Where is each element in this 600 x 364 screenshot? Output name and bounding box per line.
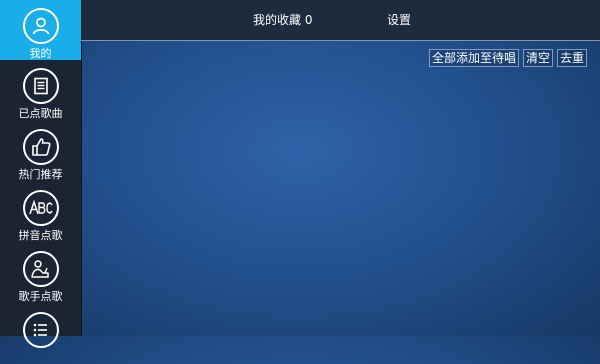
list-icon (22, 312, 59, 348)
top-bar: 我的收藏 0 设置 (81, 0, 600, 41)
sidebar-item-hot-recommend[interactable]: 热门推荐 (0, 121, 81, 181)
sidebar-item-singer[interactable]: 歌手点歌 (0, 243, 81, 303)
tab-settings[interactable]: 设置 (387, 12, 411, 28)
sidebar-item-played-songs[interactable]: 已点歌曲 (0, 60, 81, 120)
sidebar-item-pinyin[interactable]: 拼音点歌 (0, 182, 81, 242)
singer-icon (22, 251, 59, 287)
song-list-icon (22, 68, 59, 104)
sidebar-item-label: 我的 (29, 47, 52, 60)
sidebar-item-label: 已点歌曲 (18, 107, 63, 120)
sidebar-item-mine[interactable]: 我的 (0, 0, 81, 60)
sidebar-item-list[interactable] (0, 304, 81, 364)
tab-favorites[interactable]: 我的收藏 0 (253, 12, 312, 28)
thumbs-up-icon (22, 129, 59, 165)
dedupe-button[interactable]: 去重 (556, 49, 587, 67)
sidebar-item-label: 歌手点歌 (18, 290, 63, 303)
sidebar-item-label: 拼音点歌 (18, 229, 63, 242)
user-icon (22, 8, 59, 44)
sidebar-item-label: 热门推荐 (18, 168, 63, 181)
add-all-to-queue-button[interactable]: 全部添加至待唱 (428, 49, 519, 67)
sidebar: 我的 已点歌曲 热门推荐 拼音点歌 歌手点歌 (0, 0, 82, 348)
action-toolbar: 全部添加至待唱 清空 去重 (428, 49, 587, 67)
clear-button[interactable]: 清空 (522, 49, 553, 67)
abc-pinyin-icon (22, 190, 59, 226)
